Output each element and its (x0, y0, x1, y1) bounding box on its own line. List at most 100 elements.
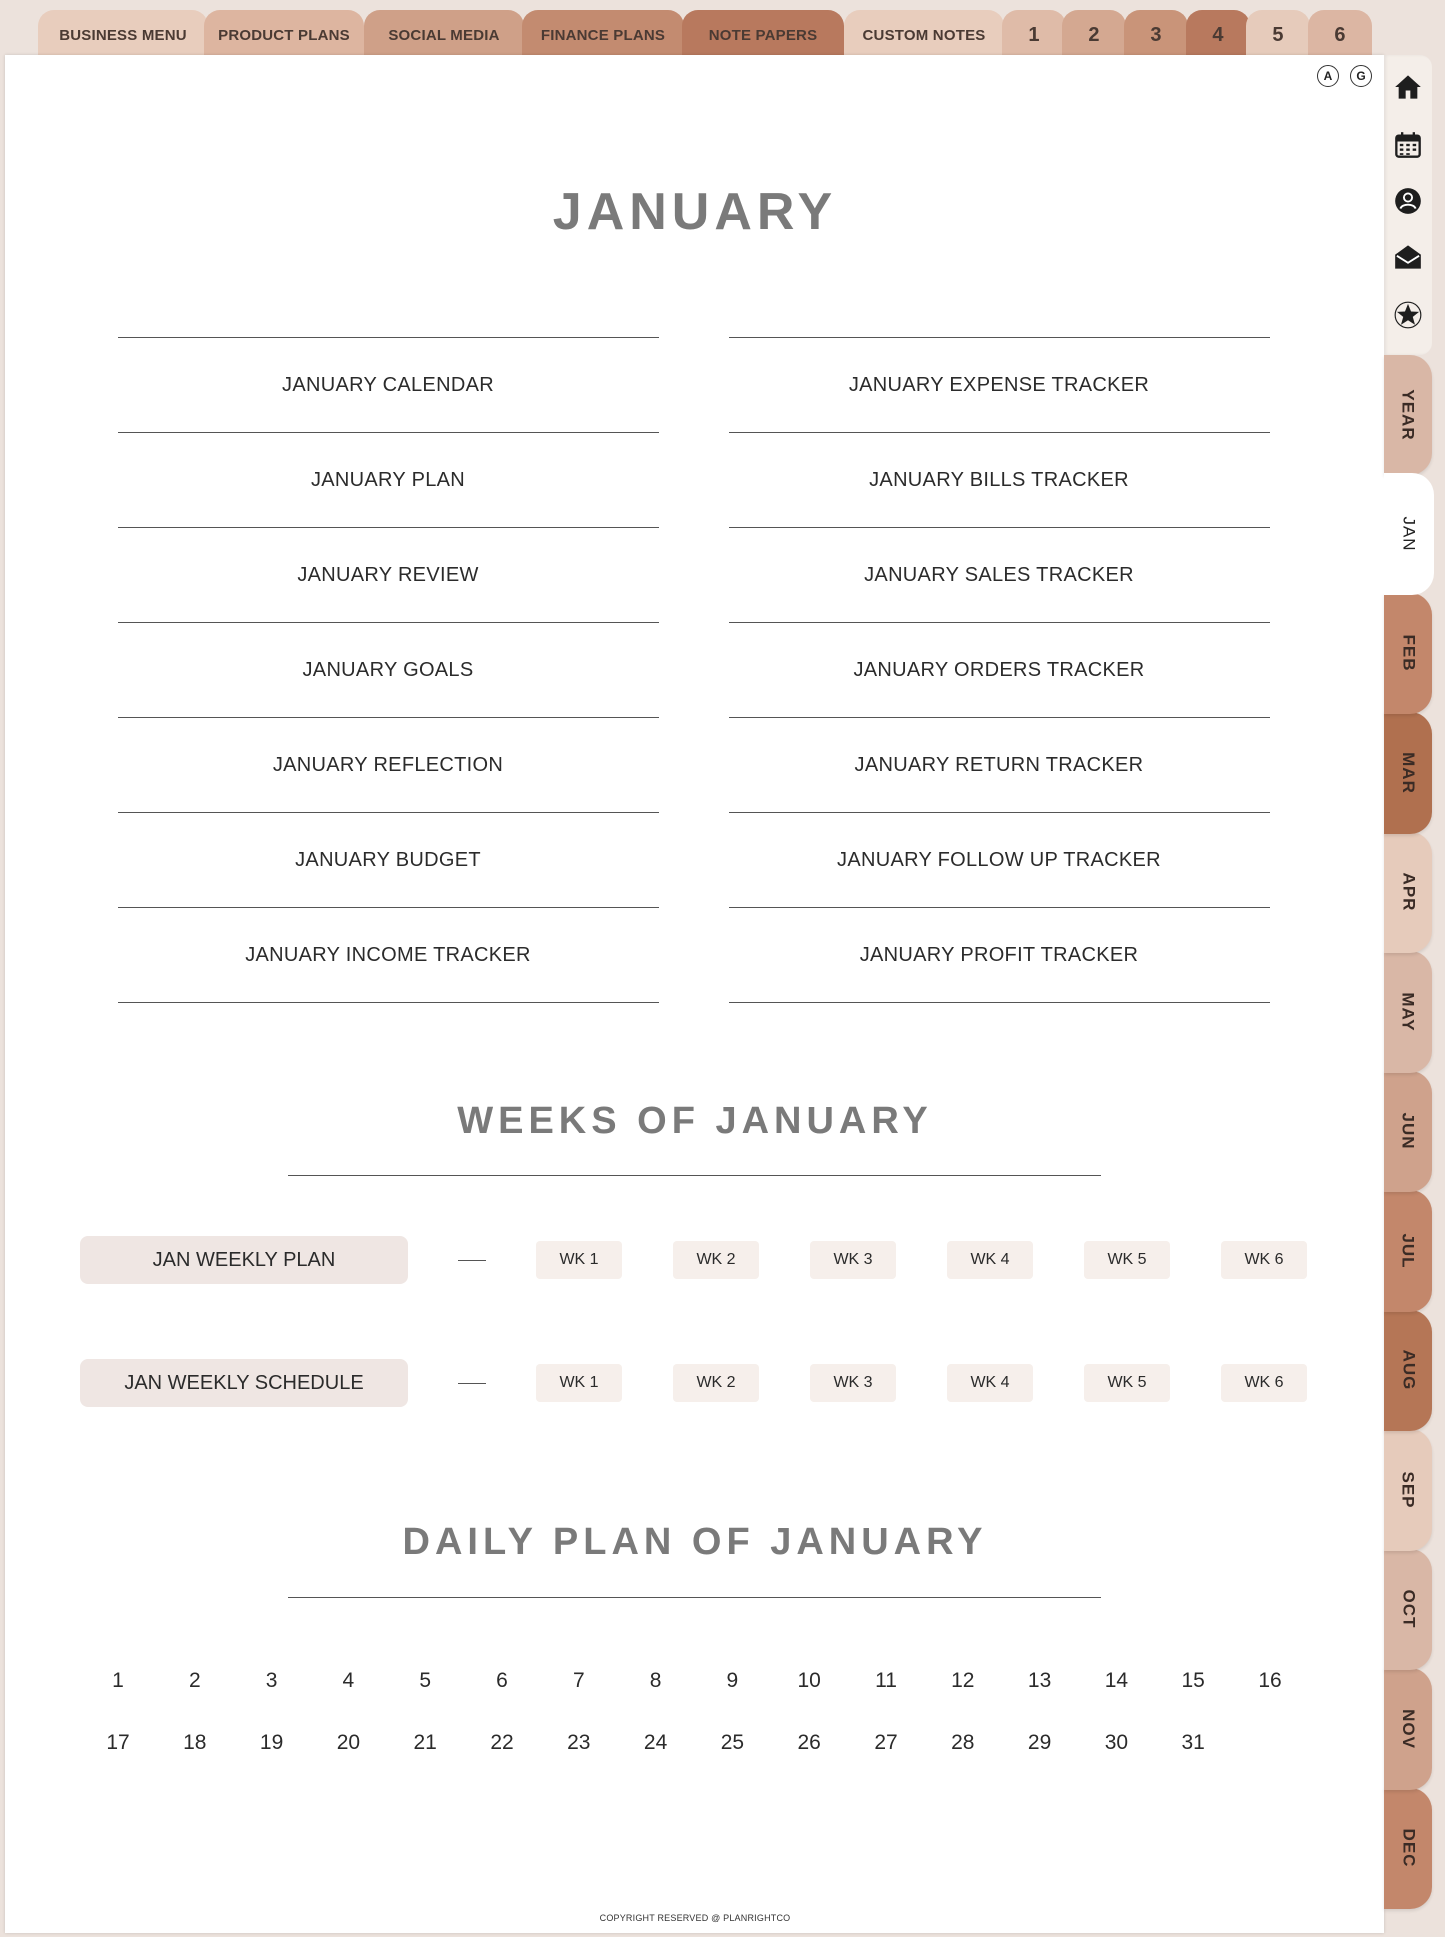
language-a-button[interactable]: A (1317, 65, 1339, 87)
day-link-20[interactable]: 20 (323, 1731, 373, 1755)
tab-finance-plans[interactable]: FINANCE PLANS (522, 10, 684, 60)
day-link-13[interactable]: 13 (1015, 1669, 1065, 1693)
day-link-7[interactable]: 7 (554, 1669, 604, 1693)
menu-divider (729, 1002, 1270, 1003)
week-button-1[interactable]: WK 1 (536, 1364, 622, 1402)
tab-business-menu[interactable]: BUSINESS MENU (38, 10, 208, 60)
star-icon[interactable] (1394, 301, 1422, 329)
week-button-1[interactable]: WK 1 (536, 1241, 622, 1279)
row-dash (458, 1383, 486, 1384)
day-link-19[interactable]: 19 (247, 1731, 297, 1755)
day-link-22[interactable]: 22 (477, 1731, 527, 1755)
month-tab-apr[interactable]: APR (1384, 831, 1432, 953)
tab-4[interactable]: 4 (1186, 10, 1250, 60)
weeks-section-title: WEEKS OF JANUARY (457, 1100, 933, 1142)
month-tab-feb[interactable]: FEB (1384, 592, 1432, 714)
day-link-24[interactable]: 24 (631, 1731, 681, 1755)
day-link-23[interactable]: 23 (554, 1731, 604, 1755)
tab-social-media[interactable]: SOCIAL MEDIA (364, 10, 524, 60)
menu-link-january-reflection[interactable]: JANUARY REFLECTION (118, 718, 658, 812)
top-tab-bar: BUSINESS MENU PRODUCT PLANS SOCIAL MEDIA… (0, 0, 1445, 60)
menu-link-january-goals[interactable]: JANUARY GOALS (118, 623, 658, 717)
day-link-17[interactable]: 17 (93, 1731, 143, 1755)
week-button-6[interactable]: WK 6 (1221, 1364, 1307, 1402)
week-button-6[interactable]: WK 6 (1221, 1241, 1307, 1279)
day-link-27[interactable]: 27 (861, 1731, 911, 1755)
week-button-4[interactable]: WK 4 (947, 1241, 1033, 1279)
month-tab-nov[interactable]: NOV (1384, 1668, 1432, 1790)
day-link-31[interactable]: 31 (1168, 1731, 1218, 1755)
day-link-11[interactable]: 11 (861, 1669, 911, 1693)
weekly-row-label-jan-weekly-schedule[interactable]: JAN WEEKLY SCHEDULE (80, 1359, 408, 1407)
day-link-10[interactable]: 10 (784, 1669, 834, 1693)
month-tab-jun[interactable]: JUN (1384, 1070, 1432, 1192)
menu-link-january-return-tracker[interactable]: JANUARY RETURN TRACKER (729, 718, 1269, 812)
day-link-26[interactable]: 26 (784, 1731, 834, 1755)
month-tab-may[interactable]: MAY (1384, 951, 1432, 1073)
month-tab-label: MAY (1399, 992, 1418, 1032)
day-link-15[interactable]: 15 (1168, 1669, 1218, 1693)
contacts-icon[interactable] (1394, 187, 1422, 215)
menu-link-january-budget[interactable]: JANUARY BUDGET (118, 813, 658, 907)
tab-product-plans[interactable]: PRODUCT PLANS (204, 10, 364, 60)
menu-link-january-plan[interactable]: JANUARY PLAN (118, 433, 658, 527)
month-tab-aug[interactable]: AUG (1384, 1309, 1432, 1431)
day-link-12[interactable]: 12 (938, 1669, 988, 1693)
tab-note-papers[interactable]: NOTE PAPERS (682, 10, 844, 60)
week-button-3[interactable]: WK 3 (810, 1364, 896, 1402)
day-link-4[interactable]: 4 (323, 1669, 373, 1693)
day-link-2[interactable]: 2 (170, 1669, 220, 1693)
week-button-3[interactable]: WK 3 (810, 1241, 896, 1279)
month-tab-label: FEB (1399, 634, 1418, 672)
day-link-29[interactable]: 29 (1015, 1731, 1065, 1755)
day-link-28[interactable]: 28 (938, 1731, 988, 1755)
week-button-5[interactable]: WK 5 (1084, 1241, 1170, 1279)
tab-5[interactable]: 5 (1246, 10, 1310, 60)
month-tab-sep[interactable]: SEP (1384, 1429, 1432, 1551)
week-button-2[interactable]: WK 2 (673, 1241, 759, 1279)
menu-link-january-sales-tracker[interactable]: JANUARY SALES TRACKER (729, 528, 1269, 622)
calendar-icon[interactable] (1394, 131, 1422, 159)
weekly-row-label-jan-weekly-plan[interactable]: JAN WEEKLY PLAN (80, 1236, 408, 1284)
menu-link-january-orders-tracker[interactable]: JANUARY ORDERS TRACKER (729, 623, 1269, 717)
page-title: JANUARY (552, 183, 838, 241)
month-tab-dec[interactable]: DEC (1384, 1787, 1432, 1909)
menu-link-january-income-tracker[interactable]: JANUARY INCOME TRACKER (118, 908, 658, 1002)
month-tab-year[interactable]: YEAR (1384, 355, 1432, 475)
month-tab-mar[interactable]: MAR (1384, 712, 1432, 834)
tab-2[interactable]: 2 (1062, 10, 1126, 60)
day-link-18[interactable]: 18 (170, 1731, 220, 1755)
month-tab-jul[interactable]: JUL (1384, 1190, 1432, 1312)
week-button-5[interactable]: WK 5 (1084, 1364, 1170, 1402)
tab-6[interactable]: 6 (1308, 10, 1372, 60)
menu-link-january-review[interactable]: JANUARY REVIEW (118, 528, 658, 622)
day-link-21[interactable]: 21 (400, 1731, 450, 1755)
language-g-button[interactable]: G (1350, 65, 1372, 87)
tab-1[interactable]: 1 (1002, 10, 1066, 60)
day-link-3[interactable]: 3 (247, 1669, 297, 1693)
menu-link-january-calendar[interactable]: JANUARY CALENDAR (118, 338, 658, 432)
week-button-4[interactable]: WK 4 (947, 1364, 1033, 1402)
day-link-6[interactable]: 6 (477, 1669, 527, 1693)
daily-section-title: DAILY PLAN OF JANUARY (402, 1521, 988, 1563)
day-link-25[interactable]: 25 (707, 1731, 757, 1755)
tab-3[interactable]: 3 (1124, 10, 1188, 60)
day-link-8[interactable]: 8 (631, 1669, 681, 1693)
month-tab-label: JAN (1400, 516, 1419, 552)
month-tab-jan[interactable]: JAN (1384, 473, 1434, 595)
day-link-5[interactable]: 5 (400, 1669, 450, 1693)
menu-link-january-bills-tracker[interactable]: JANUARY BILLS TRACKER (729, 433, 1269, 527)
day-link-14[interactable]: 14 (1091, 1669, 1141, 1693)
mail-icon[interactable] (1394, 243, 1422, 271)
menu-link-january-follow-up-tracker[interactable]: JANUARY FOLLOW UP TRACKER (729, 813, 1269, 907)
day-link-16[interactable]: 16 (1245, 1669, 1295, 1693)
day-link-9[interactable]: 9 (707, 1669, 757, 1693)
day-link-30[interactable]: 30 (1091, 1731, 1141, 1755)
week-button-2[interactable]: WK 2 (673, 1364, 759, 1402)
menu-link-january-expense-tracker[interactable]: JANUARY EXPENSE TRACKER (729, 338, 1269, 432)
month-tab-oct[interactable]: OCT (1384, 1548, 1432, 1670)
home-icon[interactable] (1394, 73, 1422, 101)
menu-link-january-profit-tracker[interactable]: JANUARY PROFIT TRACKER (729, 908, 1269, 1002)
tab-custom-notes[interactable]: CUSTOM NOTES (844, 10, 1004, 60)
day-link-1[interactable]: 1 (93, 1669, 143, 1693)
